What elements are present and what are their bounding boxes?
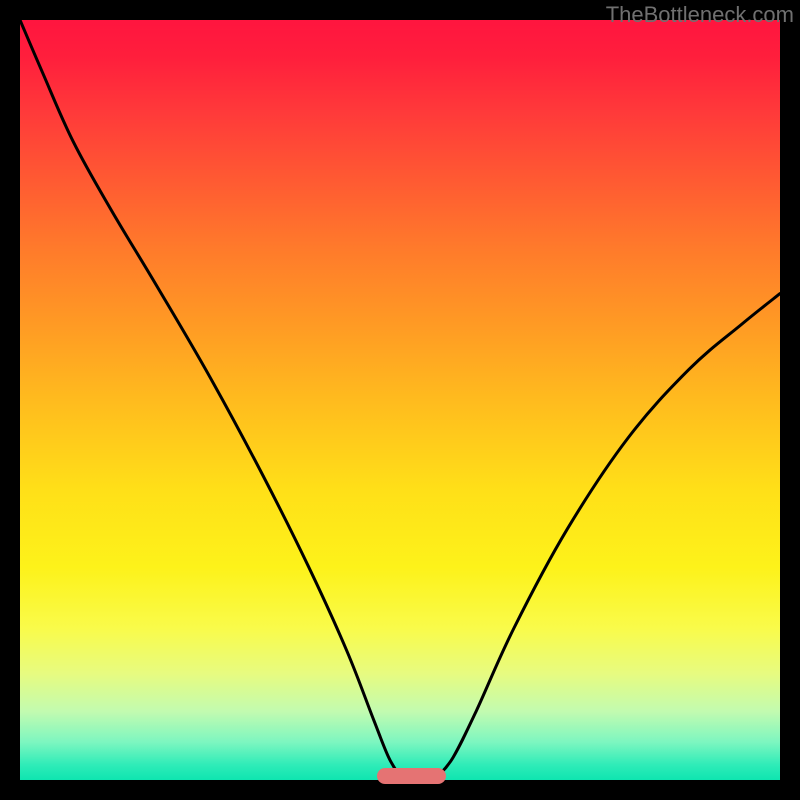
plot-area bbox=[20, 20, 780, 780]
curve-left bbox=[20, 20, 400, 776]
optimum-marker bbox=[377, 768, 445, 784]
watermark-text: TheBottleneck.com bbox=[606, 2, 794, 28]
curve-layer bbox=[20, 20, 780, 780]
curve-right bbox=[438, 294, 780, 777]
